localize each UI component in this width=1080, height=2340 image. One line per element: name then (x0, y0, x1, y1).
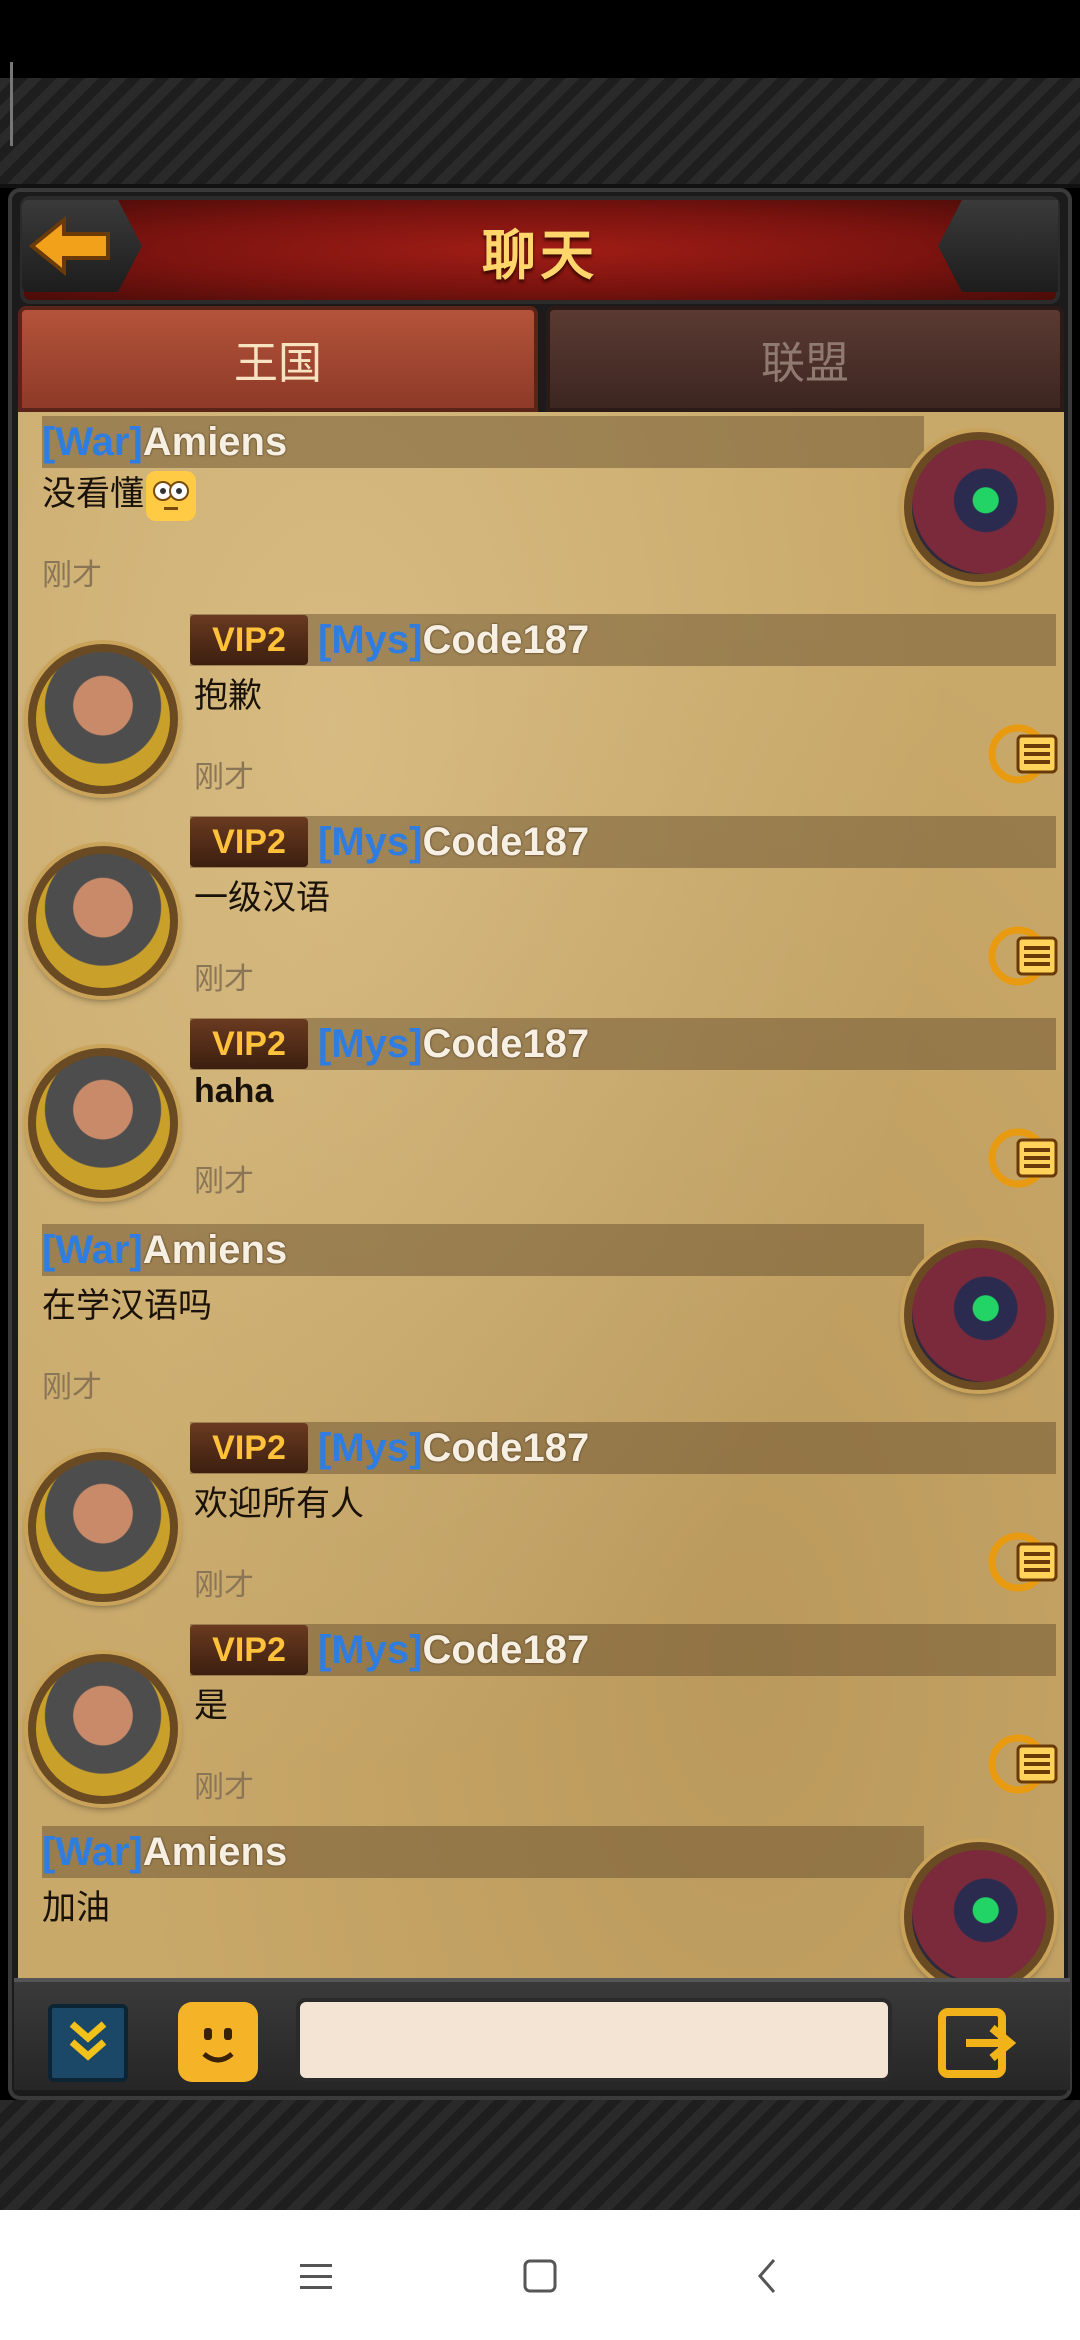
vip-badge: VIP2 (190, 1019, 308, 1069)
avatar[interactable] (28, 846, 178, 996)
avatar[interactable] (904, 1240, 1054, 1390)
scroll-down-icon (69, 2021, 107, 2061)
sender-name[interactable]: Code187 (422, 1426, 589, 1471)
sender-band: VIP2 [Mys] Code187 (190, 816, 1056, 868)
vip-badge: VIP2 (190, 1423, 308, 1473)
translate-icon[interactable] (988, 920, 1060, 992)
menu-icon[interactable] (288, 2248, 344, 2304)
avatar[interactable] (28, 1452, 178, 1602)
message-time: 刚才 (194, 1771, 254, 1804)
sender-name[interactable]: Code187 (422, 820, 589, 865)
top-frame (0, 62, 1080, 188)
home-icon[interactable] (512, 2248, 568, 2304)
sender-name[interactable]: Amiens (143, 420, 288, 465)
chat-message-list[interactable]: [War] Amiens 没看懂 刚才 VIP2 [Mys] Code187 抱歉 刚… (18, 412, 1064, 1978)
avatar[interactable] (28, 1048, 178, 1198)
message-time: 刚才 (194, 1569, 254, 1602)
page-title: 聊天 (482, 225, 598, 286)
back-button[interactable] (22, 200, 142, 292)
status-bar (0, 0, 1080, 78)
message-text: haha (194, 1072, 274, 1110)
sender-name[interactable]: Code187 (422, 1628, 589, 1673)
system-nav-bar (0, 2210, 1080, 2340)
translate-icon[interactable] (988, 1728, 1060, 1800)
sender-band: [War] Amiens (42, 1826, 924, 1878)
translate-icon[interactable] (988, 1526, 1060, 1598)
message-text: 在学汉语吗 (42, 1287, 212, 1325)
avatar[interactable] (28, 1654, 178, 1804)
back-arrow-icon (28, 216, 110, 276)
guild-tag: [War] (42, 1227, 143, 1272)
message-time: 刚才 (42, 559, 102, 592)
emoji-icon (202, 2028, 234, 2063)
cursor-line (10, 62, 13, 146)
chat-input[interactable] (296, 1998, 892, 2082)
tab-alliance[interactable]: 联盟 (546, 306, 1064, 412)
tab-kingdom[interactable]: 王国 (18, 306, 538, 412)
sender-band: [War] Amiens (42, 1224, 924, 1276)
vip-badge: VIP2 (190, 615, 308, 665)
guild-tag: [Mys] (318, 1021, 423, 1066)
message-text: 欢迎所有人 (194, 1485, 364, 1523)
title-bar: 聊天 (20, 196, 1060, 304)
guild-tag: [War] (42, 419, 143, 464)
send-icon (938, 2008, 1017, 2078)
scroll-down-button[interactable] (48, 2004, 128, 2082)
sender-band: VIP2 [Mys] Code187 (190, 1018, 1056, 1070)
message-text: 加油 (42, 1889, 110, 1927)
message-time: 刚才 (194, 1165, 254, 1198)
message-time: 刚才 (194, 761, 254, 794)
sender-band: VIP2 [Mys] Code187 (190, 1422, 1056, 1474)
avatar[interactable] (904, 432, 1054, 582)
guild-tag: [Mys] (318, 1627, 423, 1672)
emoji-button[interactable] (178, 2002, 258, 2082)
message-text: 一级汉语 (194, 879, 330, 917)
bottom-frame (0, 2100, 1080, 2210)
sender-band: VIP2 [Mys] Code187 (190, 614, 1056, 666)
back-icon[interactable] (740, 2248, 796, 2304)
title-corner-ornament (938, 200, 1058, 292)
sender-name[interactable]: Code187 (422, 618, 589, 663)
vip-badge: VIP2 (190, 817, 308, 867)
sender-band: [War] Amiens (42, 416, 924, 468)
message-time: 刚才 (42, 1371, 102, 1404)
sender-name[interactable]: Code187 (422, 1022, 589, 1067)
translate-icon[interactable] (988, 1122, 1060, 1194)
translate-icon[interactable] (988, 718, 1060, 790)
sender-band: VIP2 [Mys] Code187 (190, 1624, 1056, 1676)
guild-tag: [Mys] (318, 617, 423, 662)
avatar[interactable] (904, 1842, 1054, 1978)
vip-badge: VIP2 (190, 1625, 308, 1675)
guild-tag: [Mys] (318, 819, 423, 864)
message-text: 是 (194, 1687, 228, 1725)
send-button[interactable] (936, 2004, 1024, 2082)
avatar[interactable] (28, 644, 178, 794)
message-text: 抱歉 (194, 677, 262, 715)
sender-name[interactable]: Amiens (143, 1228, 288, 1273)
message-text: 没看懂 (42, 466, 196, 522)
message-time: 刚才 (194, 963, 254, 996)
sender-name[interactable]: Amiens (143, 1830, 288, 1875)
guild-tag: [Mys] (318, 1425, 423, 1470)
guild-tag: [War] (42, 1829, 143, 1874)
wide-eyes-emoji-icon (146, 471, 196, 522)
